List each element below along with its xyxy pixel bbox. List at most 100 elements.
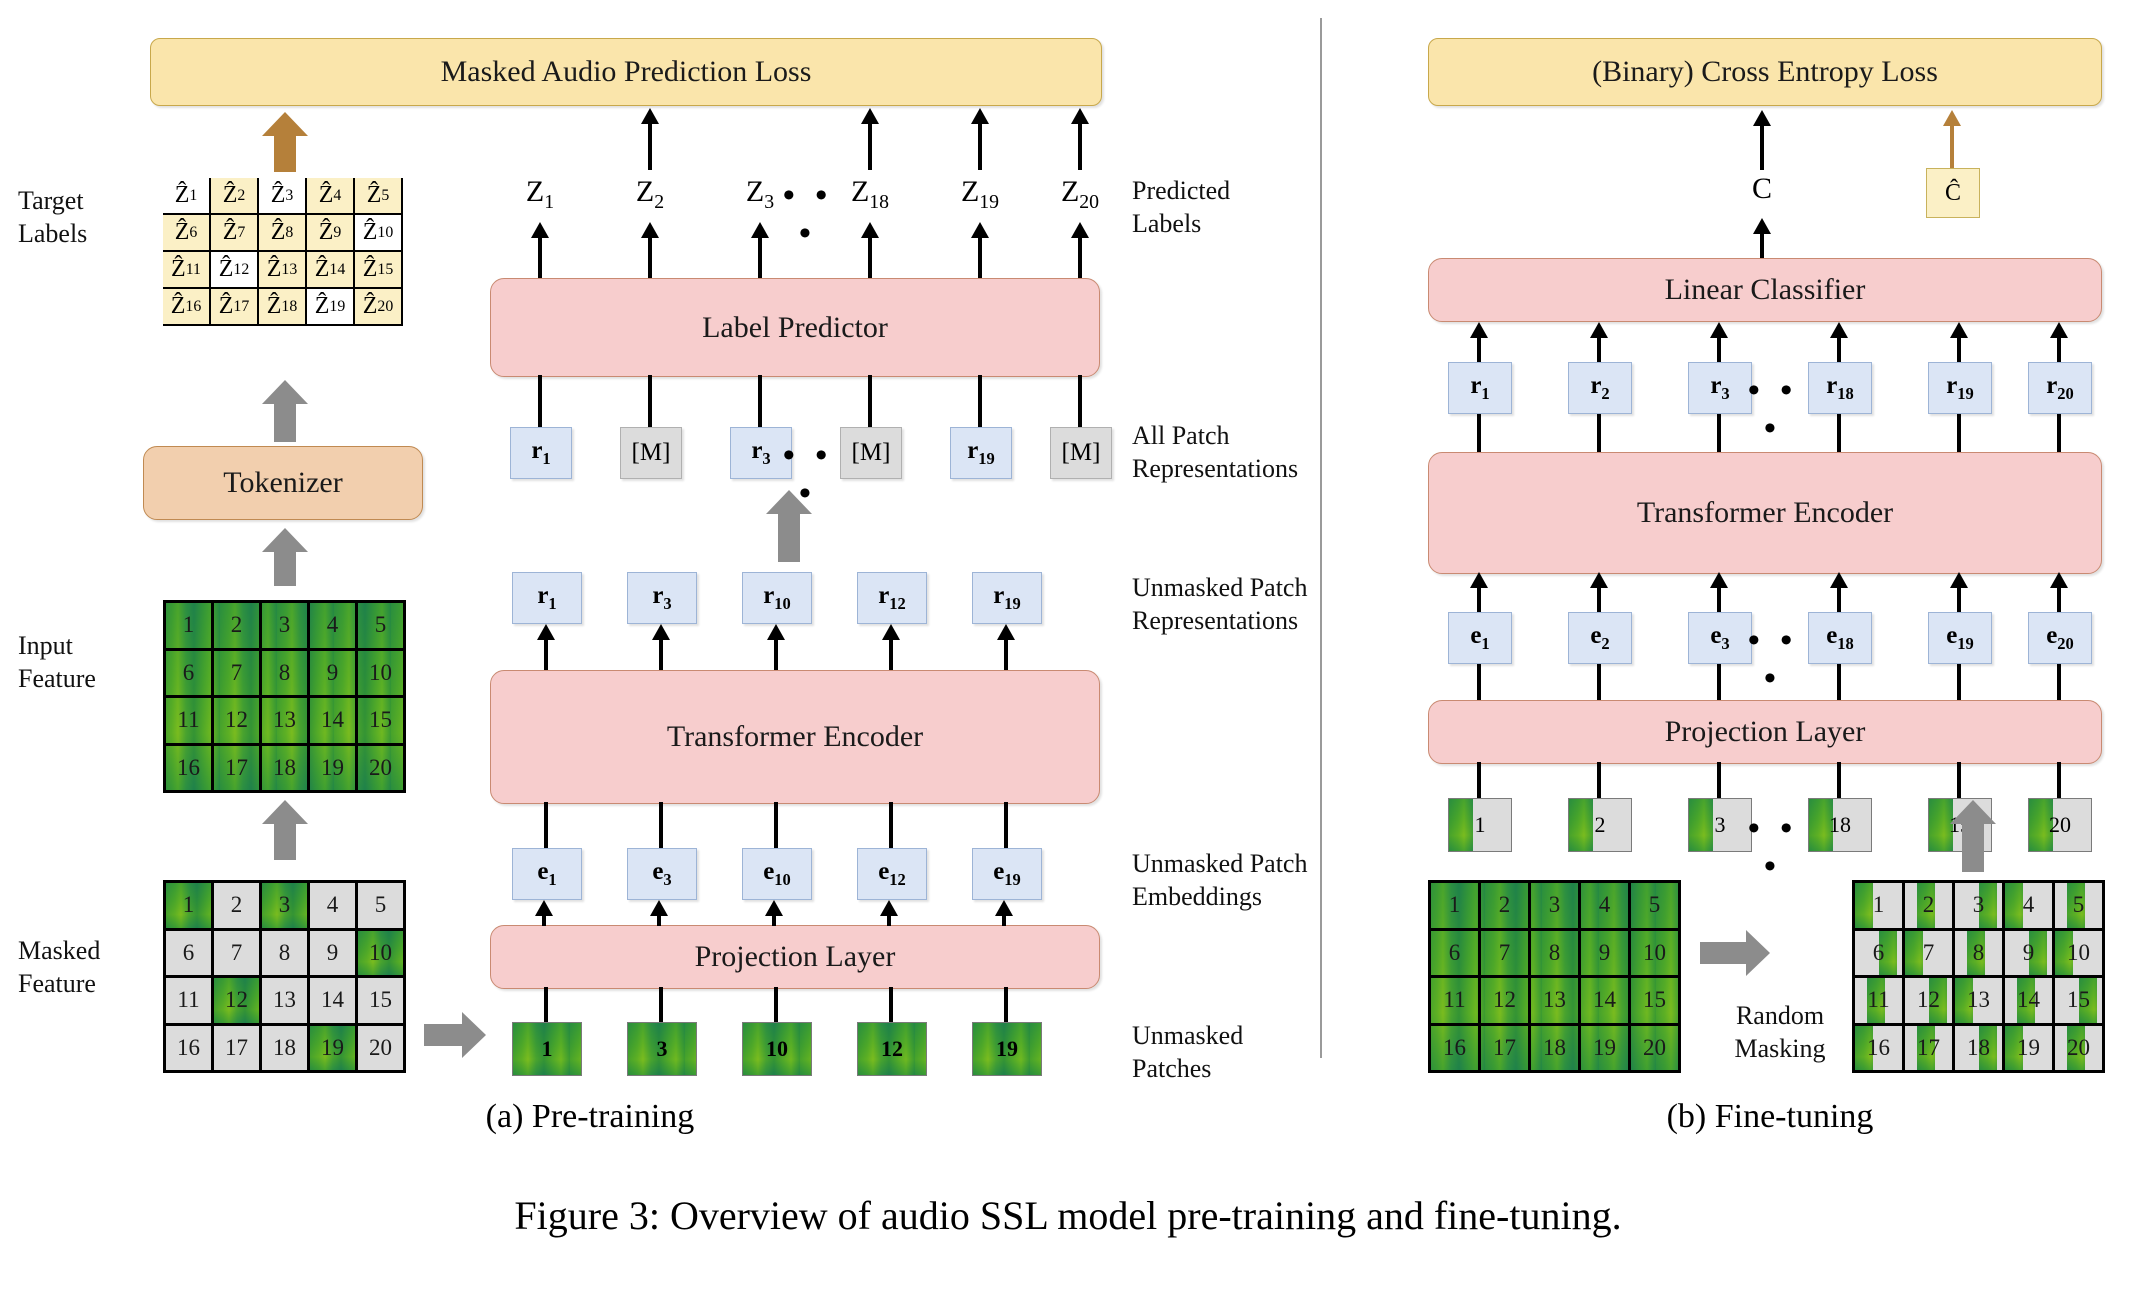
patch-to-projection-connector xyxy=(544,987,548,1022)
encoder-to-representation-arrow xyxy=(537,624,555,670)
input-feature-cell: 4 xyxy=(310,603,358,651)
ft-projection-output-connector xyxy=(1837,664,1841,700)
encoder-input-connector xyxy=(544,802,548,848)
random-masking-arrow xyxy=(1700,930,1770,976)
ft-feature-cell: 7 xyxy=(1481,930,1531,978)
unmasked-representation-token: r10 xyxy=(742,572,812,624)
target-label-cell: Ẑ 15 xyxy=(355,252,403,289)
masked-feature-cell: 3 xyxy=(262,883,310,931)
label-predictor-to-z-arrow xyxy=(861,222,879,278)
input-feature-cell: 18 xyxy=(262,745,310,793)
ft-feature-cell: 3 xyxy=(1531,883,1581,931)
target-label-cell: Ẑ 10 xyxy=(355,215,403,252)
cross-entropy-loss-box: (Binary) Cross Entropy Loss xyxy=(1428,38,2102,106)
ft-masked-cell: 6 xyxy=(1855,930,1905,978)
ft-feature-cell: 4 xyxy=(1581,883,1631,931)
input-feature-cell: 8 xyxy=(262,650,310,698)
input-to-masked-feature-arrow xyxy=(262,800,308,860)
ft-encoder-output-connector xyxy=(1597,414,1601,454)
projection-layer-box-finetune: Projection Layer xyxy=(1428,700,2102,764)
ft-feature-cell: 12 xyxy=(1481,978,1531,1026)
chat-target-box: Ĉ xyxy=(1926,168,1980,218)
label-predictor-input-lines xyxy=(490,375,1098,427)
masked-feature-cell: 5 xyxy=(358,883,406,931)
patches-to-projection-lines xyxy=(512,987,1072,1022)
ft-masked-cell: 12 xyxy=(1905,978,1955,1026)
unmasked-representation-token: r12 xyxy=(857,572,927,624)
masked-feature-cell: 12 xyxy=(214,978,262,1026)
patch-to-projection-connector xyxy=(774,987,778,1022)
target-label-cell: Ẑ2 xyxy=(211,178,259,215)
unmasked-patch: 12 xyxy=(857,1022,927,1076)
prediction-symbol: C xyxy=(1751,172,1772,205)
masked-feature-cell: 8 xyxy=(262,930,310,978)
ft-masked-cell-label: 20 xyxy=(2067,1034,2090,1060)
ft-representation-token: r18 xyxy=(1808,362,1872,414)
ft-patch-label: 20 xyxy=(2049,812,2071,837)
ft-projection-layer-label: Projection Layer xyxy=(1664,715,1866,748)
ft-masked-cell: 10 xyxy=(2055,930,2105,978)
transformer-encoder-label: Transformer Encoder xyxy=(666,720,924,753)
panel-a-caption: (a) Pre-training xyxy=(485,1098,695,1135)
target-label-cell: Ẑ 17 xyxy=(211,289,259,326)
patch-to-projection-connector xyxy=(659,987,663,1022)
unmasked-embedding-token: e3 xyxy=(627,848,697,900)
ft-masked-cell-label: 17 xyxy=(1917,1034,1940,1060)
input-feature-cell: 3 xyxy=(262,603,310,651)
ft-encoder-output-connector xyxy=(1717,414,1721,454)
ft-masked-cell-label: 1 xyxy=(1872,892,1885,918)
ft-masked-cell: 19 xyxy=(2005,1025,2055,1073)
ft-feature-cell: 16 xyxy=(1431,1025,1481,1073)
figure-caption: Figure 3: Overview of audio SSL model pr… xyxy=(514,1193,1622,1238)
ft-masked-cell-label: 18 xyxy=(1967,1034,1990,1060)
label-predictor-connector xyxy=(538,375,542,427)
ft-masked-cell-label: 6 xyxy=(1872,939,1885,965)
ft-encoder-output-connector xyxy=(1957,414,1961,454)
ft-feature-cell: 8 xyxy=(1531,930,1581,978)
ft-embedding-token: e2 xyxy=(1568,612,1632,664)
ft-representation-token: r1 xyxy=(1448,362,1512,414)
ft-feature-cell: 13 xyxy=(1531,978,1581,1026)
masked-feature-cell: 2 xyxy=(214,883,262,931)
ft-masked-cell: 11 xyxy=(1855,978,1905,1026)
ft-projection-output-connector xyxy=(1717,664,1721,700)
ft-patch-label: 1 xyxy=(1474,812,1486,837)
chat-to-loss-arrow xyxy=(1942,110,1962,170)
ft-representation-token: r19 xyxy=(1928,362,1992,414)
masked-feature-cell: 1 xyxy=(166,883,214,931)
masked-feature-cell: 16 xyxy=(166,1025,214,1073)
linear-classifier-label: Linear Classifier xyxy=(1664,273,1866,306)
unmasked-embedding-token: e19 xyxy=(972,848,1042,900)
unmasked-patches-row: 1 3 10 12 19 xyxy=(512,1022,1072,1078)
ft-masked-cell: 3 xyxy=(1955,883,2005,931)
ft-masked-cell: 16 xyxy=(1855,1025,1905,1073)
ft-representation-token: r20 xyxy=(2028,362,2092,414)
patch-to-projection-connector xyxy=(1004,987,1008,1022)
input-feature-cell: 2 xyxy=(214,603,262,651)
target-label-cell: Ẑ 20 xyxy=(355,289,403,326)
input-feature-cell: 1 xyxy=(166,603,214,651)
ft-representations-to-classifier-arrows xyxy=(1428,322,2100,362)
ft-embedding-to-encoder-arrow xyxy=(1710,572,1728,612)
linear-classifier-box: Linear Classifier xyxy=(1428,258,2102,322)
label-predictor-box: Label Predictor xyxy=(490,278,1100,377)
tokenizer-to-targets-arrow xyxy=(262,380,308,442)
ft-patch-to-projection-connector xyxy=(1477,762,1481,798)
target-label-cell: Ẑ 16 xyxy=(163,289,211,326)
unmasked-patch: 10 xyxy=(742,1022,812,1076)
input-feature-cell: 9 xyxy=(310,650,358,698)
ft-input-feature-spectrogram: 1 2 3 4 5 6 7 8 9 10 11 12 13 14 15 16 17 18 19 20 xyxy=(1428,880,1681,1073)
all-patch-token: [M] xyxy=(620,427,682,479)
unmasked-embedding-token: e10 xyxy=(742,848,812,900)
label-predictor-to-z-arrow xyxy=(751,222,769,278)
patch-to-projection-connector xyxy=(889,987,893,1022)
unmasked-patch-embeddings-label: Unmasked Patch Embeddings xyxy=(1132,849,1308,911)
ft-embedding-to-encoder-arrow xyxy=(1950,572,1968,612)
projection-to-embedding-arrow xyxy=(535,900,553,926)
ft-patches-ellipsis: • • • xyxy=(1747,810,1799,885)
ft-encoder-output-connector xyxy=(1477,414,1481,454)
ft-embedding-to-encoder-arrow xyxy=(1830,572,1848,612)
target-label-cell: Ẑ 13 xyxy=(259,252,307,289)
ft-patch-label: 18 xyxy=(1829,812,1851,837)
panel-b-caption: (b) Fine-tuning xyxy=(1666,1098,1874,1135)
